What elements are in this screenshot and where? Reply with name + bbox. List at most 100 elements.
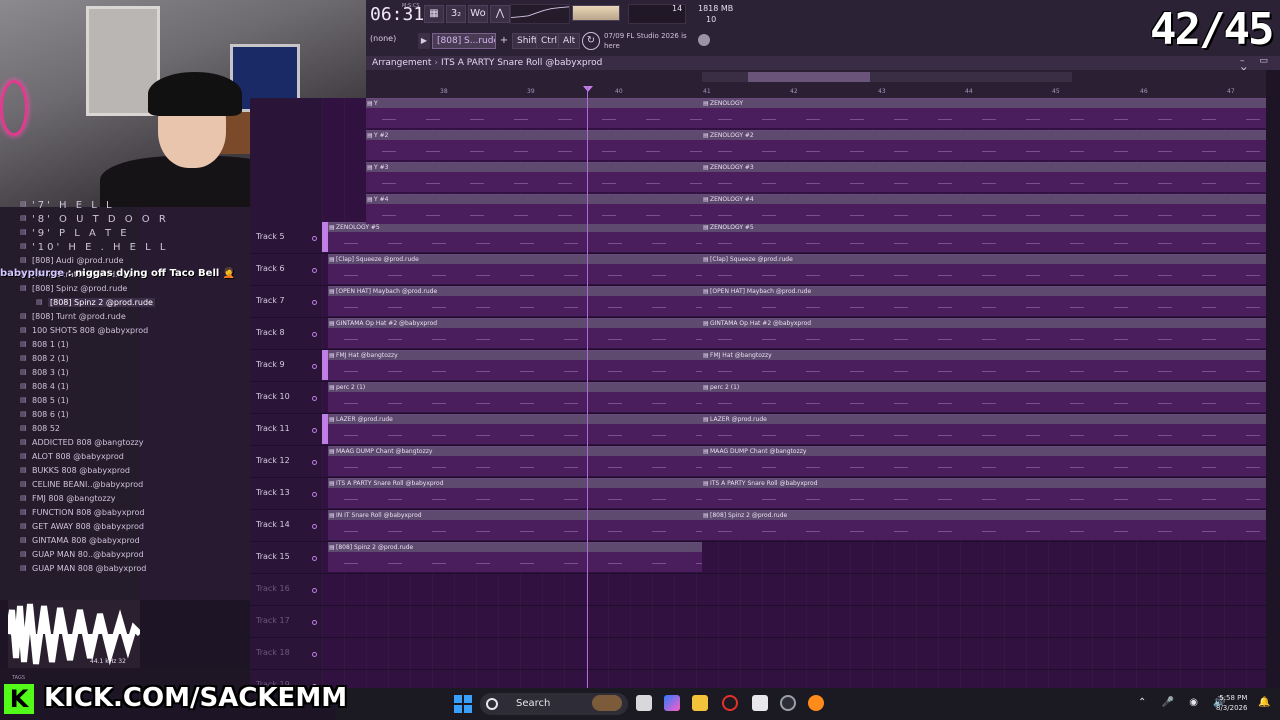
track-row[interactable]: Track 16 [250,574,1266,606]
pattern-clip[interactable]: ZENOLOGY #5 [702,222,1266,252]
track-row[interactable]: Track 5 ZENOLOGY #5ZENOLOGY #5 [250,222,1266,254]
pattern-clip[interactable]: ITS A PARTY Snare Roll @babyxprod [702,478,1266,508]
browser-item[interactable]: 808 52 [20,424,60,433]
file-explorer-icon[interactable] [692,695,708,711]
pattern-clip[interactable]: perc 2 (1) [328,382,702,412]
tags-label[interactable]: TAGS [12,675,25,681]
playlist-button[interactable]: ▦ [424,5,444,23]
store-icon[interactable] [752,695,768,711]
browser-item[interactable]: '7' H E L L [20,200,115,211]
browser-item[interactable]: GUAP MAN 80..@babyxprod [20,550,144,559]
metronome-icon[interactable]: ⋀ [490,5,510,23]
timeline-ruler[interactable] [366,70,1266,98]
browser-item[interactable]: CELINE BEANI..@babyxprod [20,480,143,489]
track-row[interactable]: Track 15 [808] Spinz 2 @prod.rude [250,542,1266,574]
browser-item[interactable]: [808] Spinz @prod.rude [20,284,127,293]
track-mute-icon[interactable] [312,588,317,593]
track-row[interactable]: Track 9 FMJ Hat @bangtozzyFMJ Hat @bangto… [250,350,1266,382]
browser-item[interactable]: FUNCTION 808 @babyxprod [20,508,145,517]
upper-pattern-clip[interactable]: Y #2 [366,130,702,160]
browser-item[interactable]: '10' H E . H E L L [20,242,168,253]
track-row[interactable]: Track 13 ITS A PARTY Snare Roll @babyxpro… [250,478,1266,510]
track-mute-icon[interactable] [312,556,317,561]
browser-item[interactable]: 100 SHOTS 808 @babyxprod [20,326,148,335]
pattern-clip[interactable]: FMJ Hat @bangtozzy [328,350,702,380]
track-name[interactable]: Track 16 [256,584,290,593]
track-mute-icon[interactable] [312,428,317,433]
pattern-clip[interactable]: ZENOLOGY #5 [328,222,702,252]
browser-item[interactable]: ADDICTED 808 @bangtozzy [20,438,143,447]
pattern-clip[interactable]: [Clap] Squeeze @prod.rude [702,254,1266,284]
browser-item[interactable]: '8' O U T D O O R [20,214,169,225]
widgets-icon[interactable] [592,695,622,711]
track-name[interactable]: Track 10 [256,392,290,401]
pattern-clip[interactable]: LAZER @prod.rude [702,414,1266,444]
copilot-icon[interactable] [664,695,680,711]
windows-start-icon[interactable] [454,695,472,713]
browser-item[interactable]: 808 2 (1) [20,354,69,363]
track-mute-icon[interactable] [312,364,317,369]
track-row[interactable]: Track 6 [Clap] Squeeze @prod.rude[Clap] S… [250,254,1266,286]
add-button[interactable]: + [498,33,510,49]
upper-pattern-clip[interactable]: Y #3 [366,162,702,192]
track-name[interactable]: Track 9 [256,360,285,369]
track-row[interactable]: Track 17 [250,606,1266,638]
browser-item[interactable]: 808 3 (1) [20,368,69,377]
news-icon[interactable]: ↻ [582,32,600,50]
upper-pattern-clip[interactable]: ZENOLOGY #3 [702,162,1266,192]
task-view-icon[interactable] [636,695,652,711]
track-row[interactable]: Track 12 MAAG DUMP Chant @bangtozzyMAAG D… [250,446,1266,478]
track-row[interactable]: Track 8 GINTAMA Op Hat #2 @babyxprodGINTA… [250,318,1266,350]
upper-pattern-clip[interactable]: ZENOLOGY #2 [702,130,1266,160]
notification-icon[interactable]: 🔔 [1258,697,1270,708]
browser-item[interactable]: [808] Turnt @prod.rude [20,312,126,321]
track-row[interactable]: Track 18 [250,638,1266,670]
pattern-clip[interactable]: [808] Spinz 2 @prod.rude [702,510,1266,540]
track-mute-icon[interactable] [312,620,317,625]
pattern-clip[interactable]: ITS A PARTY Snare Roll @babyxprod [328,478,702,508]
fl-studio-icon[interactable] [808,695,824,711]
track-mute-icon[interactable] [312,460,317,465]
pattern-clip[interactable]: IN IT Snare Roll @babyxprod [328,510,702,540]
browser-item[interactable]: BUKKS 808 @babyxprod [20,466,130,475]
pattern-clip[interactable]: [Clap] Squeeze @prod.rude [328,254,702,284]
track-row[interactable]: Track 7 [OPEN HAT] Maybach @prod.rude[OPE… [250,286,1266,318]
track-name[interactable]: Track 14 [256,520,290,529]
news-ticker[interactable]: 07/09 FL Studio 2026 is here [604,31,700,51]
browser-item[interactable]: GINTAMA 808 @babyxprod [20,536,140,545]
master-volume[interactable] [572,5,620,21]
wait-button[interactable]: Wo [468,5,488,23]
upper-pattern-clip[interactable]: Y [366,98,702,128]
pattern-clip[interactable]: FMJ Hat @bangtozzy [702,350,1266,380]
track-name[interactable]: Track 5 [256,232,285,241]
track-name[interactable]: Track 17 [256,616,290,625]
track-name[interactable]: Track 15 [256,552,290,561]
breadcrumb-arrangement[interactable]: Arrangement [372,58,431,68]
track-row[interactable]: Track 19 [250,670,1266,688]
browser-item[interactable]: [808] Spinz 2 @prod.rude [36,298,155,307]
track-name[interactable]: Track 6 [256,264,285,273]
chrome-icon[interactable] [780,695,796,711]
playhead-marker[interactable] [583,86,593,92]
track-mute-icon[interactable] [312,396,317,401]
browser-item[interactable]: 808 4 (1) [20,382,69,391]
opera-icon[interactable] [722,695,738,711]
upper-pattern-clip[interactable]: ZENOLOGY [702,98,1266,128]
track-mute-icon[interactable] [312,492,317,497]
pattern-clip[interactable]: MAAG DUMP Chant @bangtozzy [702,446,1266,476]
pattern-clip[interactable]: LAZER @prod.rude [328,414,702,444]
browser-item[interactable]: ALOT 808 @babyxprod [20,452,124,461]
scrollbar-thumb[interactable] [748,72,870,82]
pattern-clip[interactable]: [808] Spinz 2 @prod.rude [328,542,702,572]
track-name[interactable]: Track 11 [256,424,290,433]
track-name[interactable]: Track 7 [256,296,285,305]
globe-icon[interactable] [698,34,710,46]
browser-item[interactable]: FMJ 808 @bangtozzy [20,494,115,503]
pattern-clip[interactable]: [OPEN HAT] Maybach @prod.rude [328,286,702,316]
pattern-clip[interactable]: [OPEN HAT] Maybach @prod.rude [702,286,1266,316]
preview-play-icon[interactable]: ▶ [418,33,430,49]
track-name[interactable]: Track 13 [256,488,290,497]
browser-item[interactable]: '9' P L A T E [20,228,130,239]
pattern-clip[interactable]: perc 2 (1) [702,382,1266,412]
track-row[interactable]: Track 14 IN IT Snare Roll @babyxprod[808]… [250,510,1266,542]
